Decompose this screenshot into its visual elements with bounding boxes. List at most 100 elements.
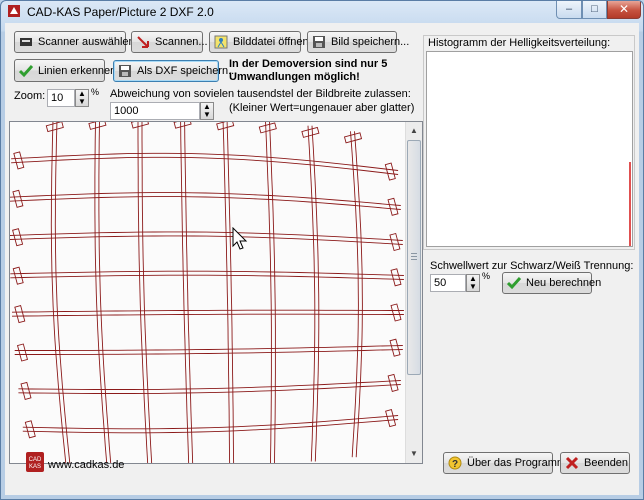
canvas-vertical-scrollbar[interactable]: ▲ ▼ [405,122,422,463]
zoom-input[interactable]: 10 [47,89,75,107]
detect-lines-button[interactable]: Linien erkennen [14,59,116,82]
scan-label: Scannen... [155,36,208,48]
grid-edge-tab [12,189,24,208]
zoom-label: Zoom: [14,90,46,102]
main-panel: Scanner auswählen Scannen... Bilddatei ö… [5,23,639,495]
open-image-icon [214,35,228,49]
recalculate-button[interactable]: Neu berechnen [502,272,601,294]
grid-edge-tab [387,197,399,216]
save-image-icon [313,36,325,48]
zoom-unit: % [91,87,100,97]
grid-edge-tab [390,268,402,287]
threshold-input[interactable]: 50 [430,274,466,292]
grid-line [54,122,71,463]
grid-edge-tab [130,122,150,129]
grid-edge-tab [389,338,401,357]
save-image-label: Bild speichern... [331,36,410,48]
save-image-button[interactable]: Bild speichern... [307,31,409,53]
scan-arrow-icon [137,36,149,48]
open-image-label: Bilddatei öffnen... [233,36,318,48]
grid-edge-tab [24,420,36,439]
grid-edge-tab [301,126,320,138]
grid-edge-tab [387,373,399,392]
grid-line [22,415,399,430]
grid-edge-tab [390,303,402,322]
open-image-button[interactable]: Bilddatei öffnen... [209,31,318,53]
grid-line [265,122,272,463]
scanner-select-label: Scanner auswählen [38,36,135,48]
drawing-canvas[interactable] [10,122,405,463]
save-dxf-label: Als DXF speichern... [137,65,238,77]
close-x-icon [565,456,579,470]
scanner-select-button[interactable]: Scanner auswählen [14,31,135,53]
minimize-button[interactable]: – [556,1,582,19]
website-link[interactable]: www.cadkas.de [48,459,124,471]
deviation-hint: (Kleiner Wert=ungenauer aber glatter) [229,102,415,114]
grid-line [94,122,108,463]
grid-edge-tab [173,122,192,129]
deviation-spinner[interactable]: ▲ ▼ [200,102,214,120]
save-dxf-button[interactable]: Als DXF speichern... [113,60,237,82]
grid-line [269,122,276,463]
app-logo-icon [8,5,20,17]
zoom-spinner[interactable]: ▲ ▼ [75,89,89,107]
grid-edge-tab [14,305,26,324]
save-dxf-icon [119,65,131,77]
distorted-grid-drawing [10,122,404,463]
grid-line [10,274,404,280]
demo-notice-line1: In der Demoversion sind nur 5 [229,58,388,70]
threshold-unit: % [482,271,491,281]
threshold-spinner[interactable]: ▲ ▼ [466,274,480,292]
grid-line [98,122,112,463]
mouse-cursor-icon [232,227,248,250]
grid-line [14,345,403,351]
scroll-thumb[interactable] [407,140,421,375]
exit-label: Beenden [584,457,629,469]
grid-line [184,122,194,463]
histogram-label: Histogramm der Helligkeitsverteilung: [428,37,611,49]
question-icon: ? [448,456,462,470]
drawing-canvas-frame: ▲ ▼ [9,121,423,464]
scanner-icon [20,38,32,46]
close-button[interactable]: ✕ [607,1,641,19]
grid-line [11,313,404,317]
maximize-button[interactable]: □ [582,1,607,19]
grid-edge-tab [45,122,64,133]
about-button[interactable]: ? Über das Programm [443,452,566,474]
window-title: CAD-KAS Paper/Picture 2 DXF 2.0 [27,5,214,19]
grid-edge-tab [20,381,32,400]
grid-line [141,122,153,463]
grid-edge-tab [88,122,107,130]
grid-edge-tab [12,266,24,285]
exit-button[interactable]: Beenden [560,452,630,474]
histogram-panel: Histogramm der Helligkeitsverteilung: [423,35,635,250]
svg-text:?: ? [452,459,458,470]
grid-line [350,131,359,458]
grid-line [226,122,235,463]
cadkas-logo-icon: CAD KAS [26,452,44,472]
grid-line [18,380,401,390]
grid-edge-tab [16,343,29,362]
histogram-bar [629,162,631,246]
title-bar[interactable]: CAD-KAS Paper/Picture 2 DXF 2.0 – □ ✕ [1,1,643,23]
about-label: Über das Programm [467,457,567,469]
threshold-label: Schwellwert zur Schwarz/Weiß Trennung: [430,260,634,272]
demo-notice-line2: Umwandlungen möglich! [229,71,360,83]
checkmark-icon [507,277,521,290]
grid-line [137,122,149,463]
deviation-input[interactable]: 1000 [110,102,200,120]
grid-edge-tab [389,232,401,252]
grid-line [50,122,67,463]
scroll-down-arrow-icon[interactable]: ▼ [406,445,422,462]
grid-line [11,309,404,313]
grid-edge-tab [384,162,396,181]
grid-line [307,125,316,462]
scroll-up-arrow-icon[interactable]: ▲ [406,122,422,139]
grid-edge-tab [216,122,235,131]
deviation-label: Abweichung von sovielen tausendstel der … [110,88,411,100]
grid-line [11,156,399,175]
grid-edge-tab [13,151,25,170]
grid-edge-tab [258,122,277,134]
grid-edge-tab [343,132,363,144]
scan-button[interactable]: Scannen... [131,31,208,53]
